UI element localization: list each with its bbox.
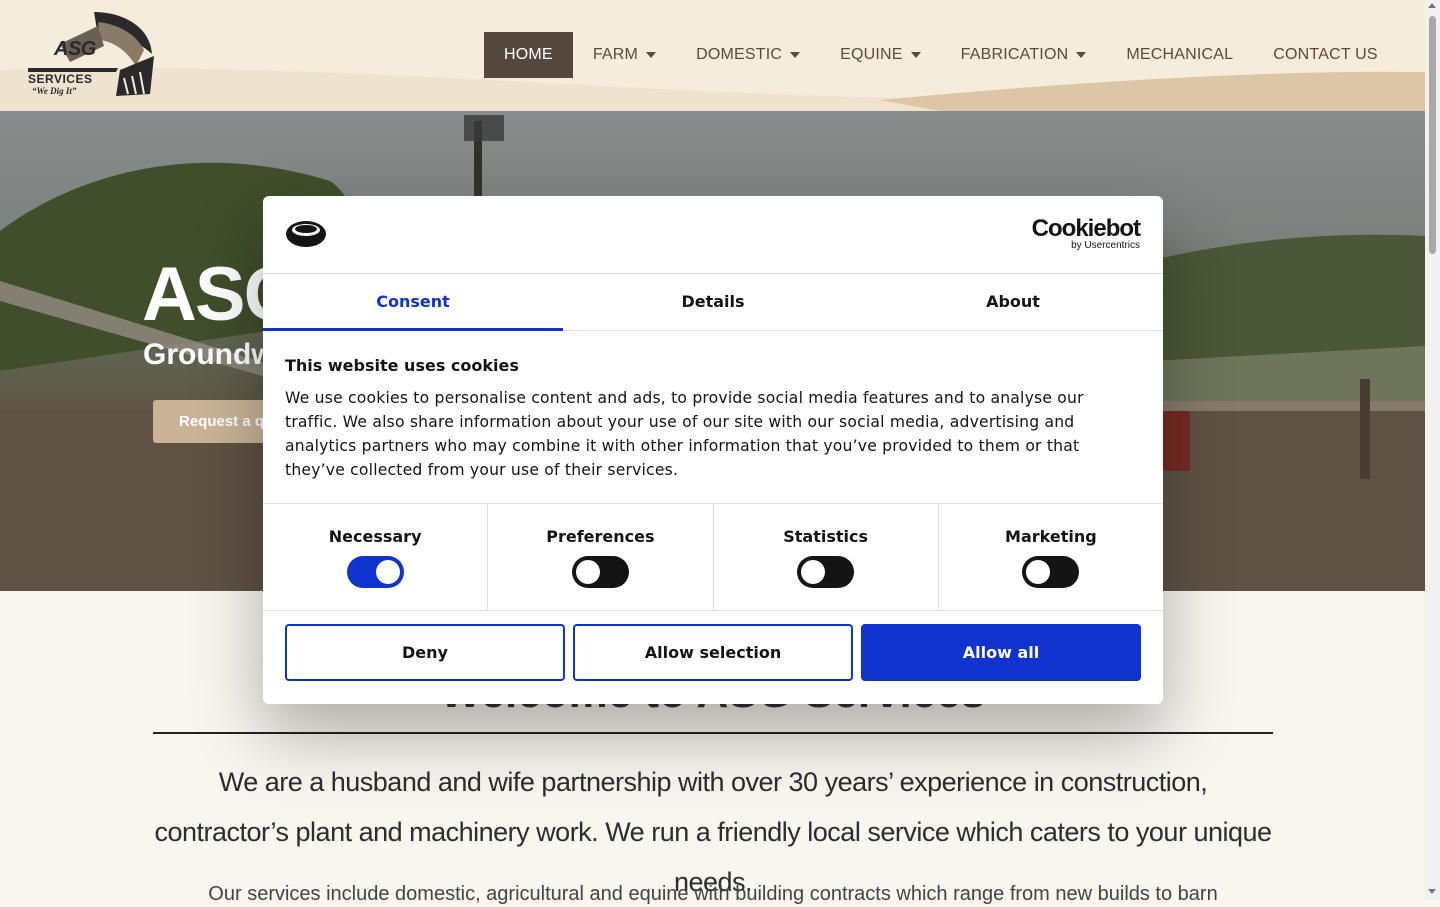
cookiebot-by: by Usercentrics — [1071, 240, 1140, 251]
divider — [153, 732, 1273, 734]
necessary-toggle[interactable] — [346, 556, 404, 588]
toggle-knob — [801, 560, 826, 584]
toggle-knob — [1026, 560, 1051, 584]
toggle-group-statistics: Statistics — [714, 504, 939, 610]
cookiebot-name: Cookiebot — [1031, 215, 1141, 242]
tab-details[interactable]: Details — [563, 273, 863, 330]
nav-label: FABRICATION — [960, 46, 1069, 63]
logo-name: ASG — [54, 38, 96, 60]
caret-down-icon — [790, 52, 801, 58]
preferences-toggle[interactable] — [571, 556, 629, 588]
nav-item-farm[interactable]: FARM — [573, 32, 676, 78]
page-scrollbar[interactable] — [1425, 0, 1440, 900]
nav-label: HOME — [504, 46, 553, 63]
statistics-toggle[interactable] — [797, 556, 855, 588]
nav-item-fabrication[interactable]: FABRICATION — [941, 32, 1107, 78]
cookie-consent-dialog: Cookiebot by Usercentrics Consent Detail… — [263, 196, 1163, 704]
allow-all-button[interactable]: Allow all — [861, 624, 1141, 681]
caret-down-icon — [646, 52, 657, 58]
nav-item-contact-us[interactable]: CONTACT US — [1253, 32, 1398, 78]
nav-label: MECHANICAL — [1126, 46, 1234, 63]
nav-label: EQUINE — [840, 46, 903, 63]
deny-button[interactable]: Deny — [285, 624, 565, 681]
main-nav: HOME FARM DOMESTIC EQUINE FABRICATION ME… — [484, 32, 1398, 78]
tab-consent[interactable]: Consent — [263, 273, 563, 331]
cookiebot-brand[interactable]: Cookiebot by Usercentrics — [1031, 215, 1141, 251]
toggle-label: Preferences — [546, 527, 655, 546]
scroll-down-arrow-icon[interactable] — [1428, 889, 1436, 894]
logo-tagline: “We Dig It” — [32, 86, 77, 96]
site-logo[interactable]: ASG SERVICES “We Dig It” — [24, 8, 158, 100]
cookie-category-toggles: Necessary Preferences Statistics Marketi… — [263, 503, 1163, 611]
toggle-label: Necessary — [328, 527, 422, 546]
allow-selection-button[interactable]: Allow selection — [573, 624, 853, 681]
caret-down-icon — [910, 52, 921, 58]
scroll-up-arrow-icon[interactable] — [1428, 3, 1436, 8]
nav-item-mechanical[interactable]: MECHANICAL — [1106, 32, 1253, 78]
site-header: ASG SERVICES “We Dig It” HOME FARM DOMES… — [0, 0, 1425, 111]
nav-label: FARM — [592, 46, 639, 63]
tab-about[interactable]: About — [863, 273, 1163, 330]
dialog-tabs: Consent Details About — [263, 273, 1163, 331]
nav-item-domestic[interactable]: DOMESTIC — [676, 32, 820, 78]
toggle-label: Statistics — [783, 527, 868, 546]
cookie-logo-icon — [286, 221, 326, 247]
nav-label: DOMESTIC — [696, 46, 783, 63]
toggle-group-preferences: Preferences — [488, 504, 714, 610]
nav-item-home[interactable]: HOME — [484, 32, 573, 78]
scrollbar-thumb[interactable] — [1429, 16, 1436, 254]
marketing-toggle[interactable] — [1022, 556, 1080, 588]
toggle-knob — [375, 560, 400, 584]
caret-down-icon — [1076, 52, 1087, 58]
toggle-group-marketing: Marketing — [939, 504, 1163, 610]
nav-item-equine[interactable]: EQUINE — [820, 32, 941, 78]
toggle-group-necessary: Necessary — [263, 504, 489, 610]
intro-body: Our services include domestic, agricultu… — [208, 883, 1218, 905]
toggle-label: Marketing — [1005, 527, 1097, 546]
logo-services: SERVICES — [28, 72, 93, 86]
dialog-header: Cookiebot by Usercentrics — [263, 196, 1163, 274]
dialog-heading: This website uses cookies — [285, 356, 519, 375]
toggle-knob — [575, 560, 600, 584]
hero-subtitle: Groundw — [143, 338, 275, 371]
dialog-buttons: Deny Allow selection Allow all — [285, 624, 1141, 681]
dialog-description: We use cookies to personalise content an… — [285, 389, 1084, 479]
nav-label: CONTACT US — [1273, 46, 1378, 63]
